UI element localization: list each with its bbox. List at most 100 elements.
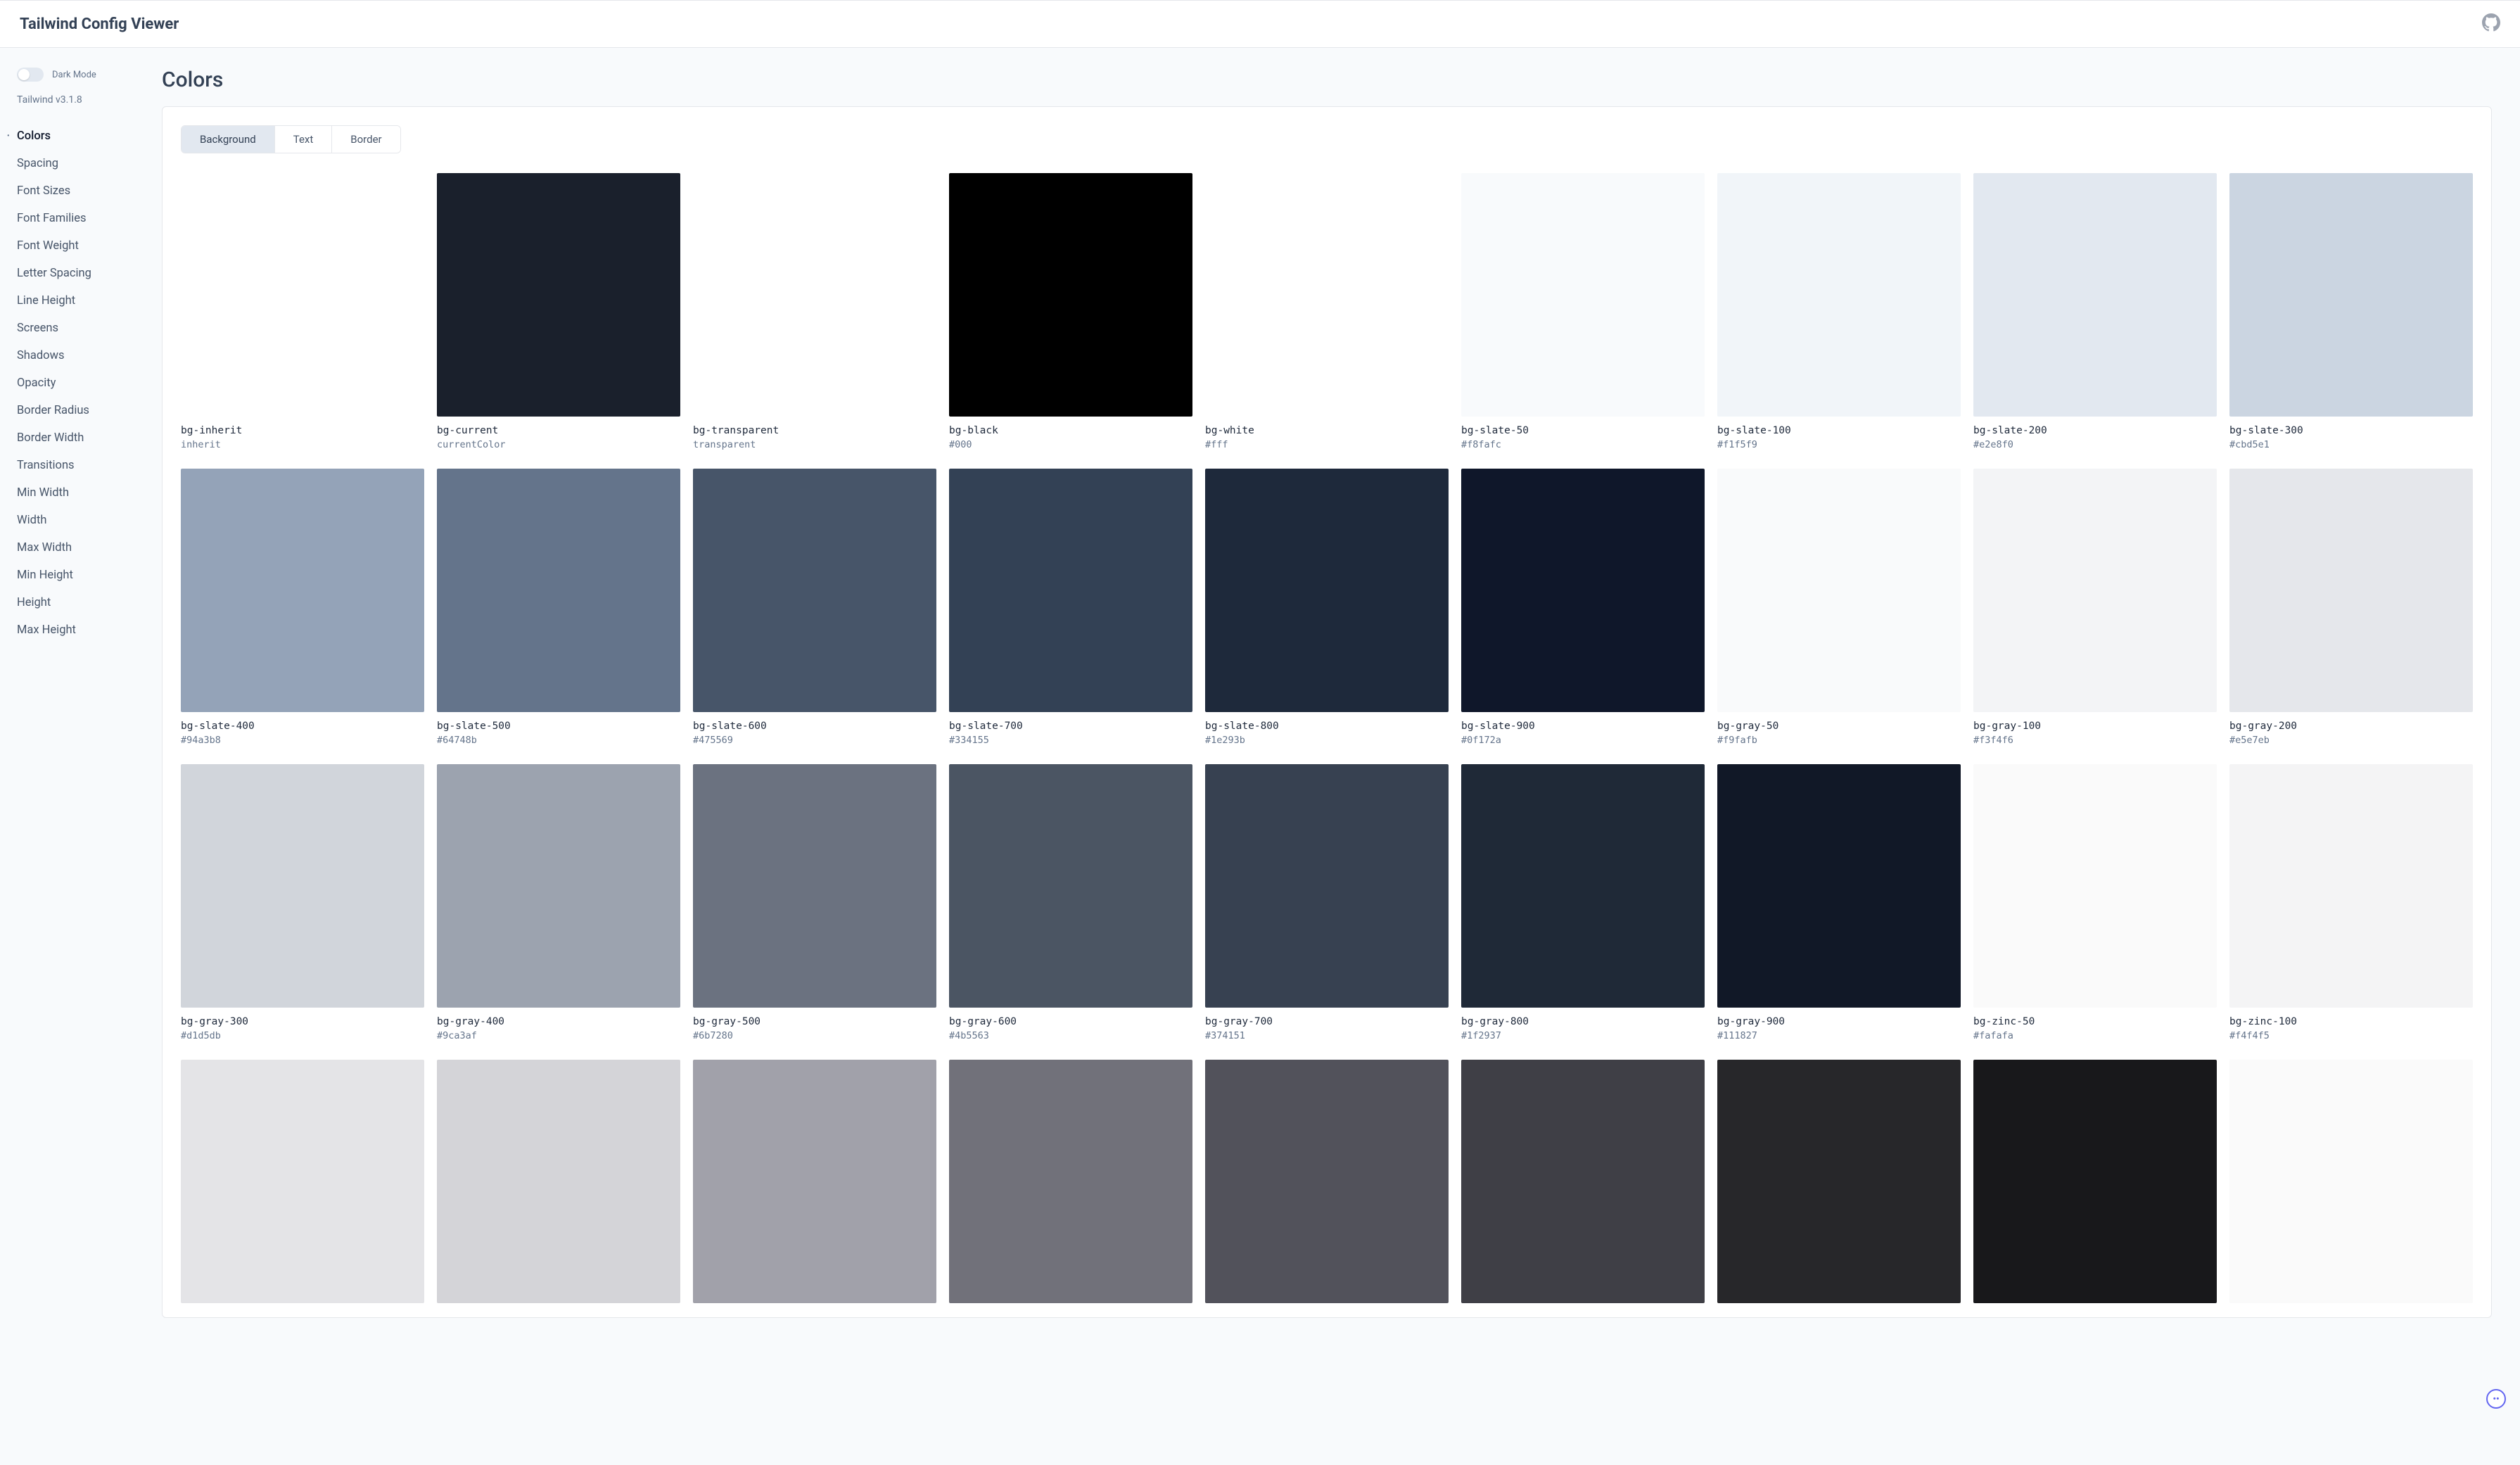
swatch-bg-gray-700[interactable]: bg-gray-700#374151 — [1205, 764, 1449, 1041]
swatch-bg-slate-400[interactable]: bg-slate-400#94a3b8 — [181, 469, 424, 746]
swatch-color — [437, 1060, 680, 1303]
swatch-color — [2229, 173, 2473, 417]
swatch-bg-gray-800[interactable]: bg-gray-800#1f2937 — [1461, 764, 1705, 1041]
swatch-bg-zinc-100[interactable]: bg-zinc-100#f4f4f5 — [2229, 764, 2473, 1041]
swatch-name: bg-gray-50 — [1717, 721, 1961, 732]
nav-item-min-height[interactable]: Min Height — [17, 562, 145, 589]
swatch-bg-slate-300[interactable]: bg-slate-300#cbd5e1 — [2229, 173, 2473, 450]
swatch-value: #f4f4f5 — [2229, 1030, 2473, 1041]
swatch-bg-slate-800[interactable]: bg-slate-800#1e293b — [1205, 469, 1449, 746]
swatch-bg-slate-200[interactable]: bg-slate-200 #e2e8f0 — [1973, 173, 2217, 450]
nav-item-max-height[interactable]: Max Height — [17, 616, 145, 644]
swatch-bg-neutral-50[interactable] — [2229, 1060, 2473, 1312]
swatch-value: inherit — [181, 439, 424, 450]
nav-item-max-width[interactable]: Max Width — [17, 534, 145, 562]
swatch-name: bg-slate-300 — [2229, 425, 2473, 436]
swatch-bg-gray-200[interactable]: bg-gray-200 #e5e7eb — [2229, 469, 2473, 746]
nav-item-font-sizes[interactable]: Font Sizes — [17, 177, 145, 205]
swatch-color — [693, 173, 936, 417]
swatch-bg-zinc-600[interactable] — [1205, 1060, 1449, 1312]
swatch-bg-inherit[interactable]: bg-inheritinherit — [181, 173, 424, 450]
swatch-bg-slate-500[interactable]: bg-slate-500#64748b — [437, 469, 680, 746]
swatch-value: #9ca3af — [437, 1030, 680, 1041]
tab-border[interactable]: Border — [332, 126, 400, 153]
color-tab-group: BackgroundTextBorder — [181, 125, 401, 153]
swatch-color — [1205, 173, 1449, 417]
floating-help-badge[interactable]: •• — [2486, 1389, 2506, 1409]
swatch-bg-slate-50[interactable]: bg-slate-50#f8fafc — [1461, 173, 1705, 450]
swatch-color — [949, 173, 1192, 417]
swatch-color — [437, 469, 680, 712]
tab-background[interactable]: Background — [182, 126, 275, 153]
swatch-value: #fafafa — [1973, 1030, 2217, 1041]
swatch-bg-black[interactable]: bg-black#000 — [949, 173, 1192, 450]
swatch-bg-zinc-500[interactable] — [949, 1060, 1192, 1312]
swatch-name: bg-slate-600 — [693, 721, 936, 732]
nav-item-border-radius[interactable]: Border Radius — [17, 397, 145, 424]
swatch-bg-current[interactable]: bg-currentcurrentColor — [437, 173, 680, 450]
swatch-color — [181, 173, 424, 417]
swatch-bg-zinc-700[interactable] — [1461, 1060, 1705, 1312]
swatch-bg-gray-300[interactable]: bg-gray-300#d1d5db — [181, 764, 424, 1041]
nav-item-height[interactable]: Height — [17, 589, 145, 616]
nav-item-border-width[interactable]: Border Width — [17, 424, 145, 452]
swatch-name: bg-transparent — [693, 425, 936, 436]
dark-mode-toggle[interactable] — [17, 68, 44, 82]
swatch-name: bg-slate-800 — [1205, 721, 1449, 732]
tab-text[interactable]: Text — [275, 126, 333, 153]
nav-item-shadows[interactable]: Shadows — [17, 342, 145, 369]
swatch-bg-gray-900[interactable]: bg-gray-900#111827 — [1717, 764, 1961, 1041]
swatch-bg-zinc-50[interactable]: bg-zinc-50 #fafafa — [1973, 764, 2217, 1041]
swatch-bg-zinc-900[interactable] — [1973, 1060, 2217, 1312]
swatch-name: bg-gray-100 — [1973, 721, 2217, 732]
nav-item-screens[interactable]: Screens — [17, 315, 145, 342]
swatch-bg-gray-500[interactable]: bg-gray-500 #6b7280 — [693, 764, 936, 1041]
nav-list: ColorsSpacingFont SizesFont FamiliesFont… — [17, 122, 145, 644]
swatch-bg-zinc-800[interactable] — [1717, 1060, 1961, 1312]
swatch-bg-gray-50[interactable]: bg-gray-50 #f9fafb — [1717, 469, 1961, 746]
swatch-name: bg-gray-500 — [693, 1016, 936, 1027]
nav-item-spacing[interactable]: Spacing — [17, 150, 145, 177]
swatch-bg-slate-900[interactable]: bg-slate-900#0f172a — [1461, 469, 1705, 746]
nav-item-width[interactable]: Width — [17, 507, 145, 534]
swatch-color — [2229, 764, 2473, 1008]
nav-item-font-weight[interactable]: Font Weight — [17, 232, 145, 260]
swatch-bg-zinc-200[interactable] — [181, 1060, 424, 1312]
swatch-color — [949, 764, 1192, 1008]
swatch-bg-white[interactable]: bg-white#fff — [1205, 173, 1449, 450]
swatch-name: bg-zinc-50 — [1973, 1016, 2217, 1027]
swatch-value: #e5e7eb — [2229, 735, 2473, 746]
swatch-bg-slate-100[interactable]: bg-slate-100#f1f5f9 — [1717, 173, 1961, 450]
swatch-bg-slate-700[interactable]: bg-slate-700#334155 — [949, 469, 1192, 746]
nav-item-letter-spacing[interactable]: Letter Spacing — [17, 260, 145, 287]
swatch-value: #334155 — [949, 735, 1192, 746]
nav-item-font-families[interactable]: Font Families — [17, 205, 145, 232]
swatch-color — [949, 1060, 1192, 1303]
swatch-bg-slate-600[interactable]: bg-slate-600#475569 — [693, 469, 936, 746]
swatch-value: #6b7280 — [693, 1030, 936, 1041]
swatch-value: #000 — [949, 439, 1192, 450]
swatch-color — [1717, 1060, 1961, 1303]
nav-item-line-height[interactable]: Line Height — [17, 287, 145, 315]
swatch-name: bg-slate-200 — [1973, 425, 2217, 436]
swatch-value: #f9fafb — [1717, 735, 1961, 746]
nav-item-opacity[interactable]: Opacity — [17, 369, 145, 397]
swatch-bg-zinc-400[interactable] — [693, 1060, 936, 1312]
swatch-bg-gray-600[interactable]: bg-gray-600#4b5563 — [949, 764, 1192, 1041]
swatch-value: #fff — [1205, 439, 1449, 450]
swatch-name: bg-slate-100 — [1717, 425, 1961, 436]
swatch-bg-gray-400[interactable]: bg-gray-400#9ca3af — [437, 764, 680, 1041]
swatch-bg-zinc-300[interactable] — [437, 1060, 680, 1312]
github-link[interactable] — [2482, 13, 2500, 34]
swatch-color — [1973, 1060, 2217, 1303]
swatch-name: bg-gray-200 — [2229, 721, 2473, 732]
swatch-bg-gray-100[interactable]: bg-gray-100#f3f4f6 — [1973, 469, 2217, 746]
swatch-value: #111827 — [1717, 1030, 1961, 1041]
swatch-value: #e2e8f0 — [1973, 439, 2217, 450]
swatch-name: bg-gray-800 — [1461, 1016, 1705, 1027]
swatch-bg-transparent[interactable]: bg-transparenttransparent — [693, 173, 936, 450]
nav-item-colors[interactable]: Colors — [17, 122, 145, 150]
nav-item-transitions[interactable]: Transitions — [17, 452, 145, 479]
swatch-name: bg-slate-400 — [181, 721, 424, 732]
nav-item-min-width[interactable]: Min Width — [17, 479, 145, 507]
